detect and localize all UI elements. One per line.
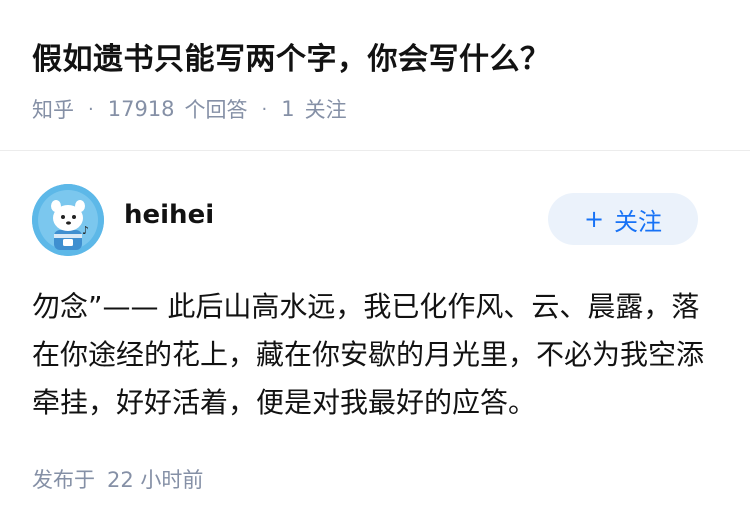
answer-count-label: 个回答 [184,98,248,122]
follow-button-label: 关注 [614,207,663,236]
question-meta: 知乎 · 17918 个回答 · 1 关注 [32,94,347,124]
divider [0,150,750,151]
plus-icon: + [583,205,605,233]
cartoon-avatar-icon: ♪ [32,184,104,256]
follow-button[interactable]: + 关注 [548,193,698,245]
answer-content[interactable]: 勿念”—— 此后山高水远，我已化作风、云、晨露，落在你途经的花上，藏在你安歇的月… [32,283,722,427]
question-title[interactable]: 假如遗书只能写两个字，你会写什么？ [32,34,551,78]
separator-dot: · [261,98,268,120]
follower-count-label: 关注 [304,98,347,122]
answer-count: 17918 [107,97,175,121]
published-label: 发布于 [32,468,95,492]
separator-dot: · [88,98,94,120]
follower-count: 1 [281,97,295,121]
avatar[interactable]: ♪ [32,184,104,256]
source-label[interactable]: 知乎 [32,94,74,124]
svg-text:♪: ♪ [82,224,89,237]
published-value: 22 小时前 [107,468,204,492]
author-name[interactable]: heihei [124,200,214,230]
published-time: 发布于 22 小时前 [32,464,203,494]
